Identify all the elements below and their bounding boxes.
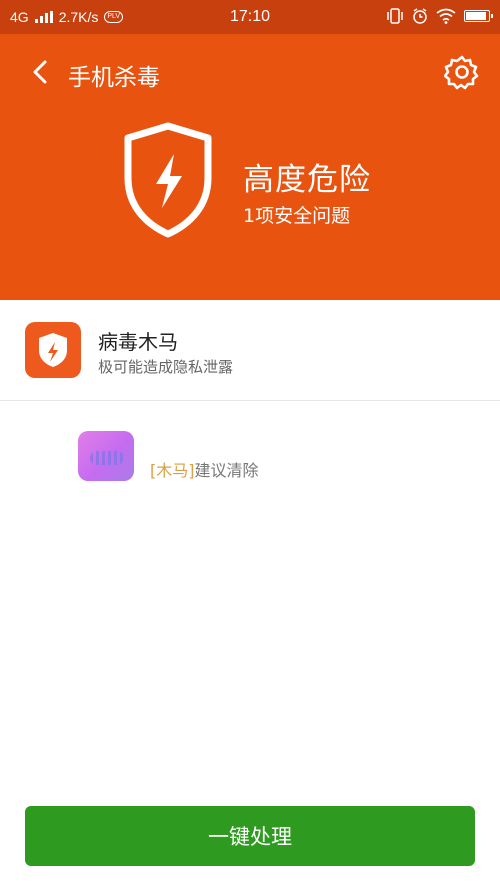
vibrate-icon (387, 8, 403, 24)
risk-item-virus[interactable]: 病毒木马 极可能造成隐私泄露 (0, 300, 500, 401)
back-button[interactable] (26, 56, 54, 88)
scan-header: 手机杀毒 高度危险 1项安全问题 (0, 34, 500, 300)
alarm-icon (413, 8, 427, 24)
one-click-fix-button[interactable]: 一键处理 (25, 806, 475, 866)
risk-item-name: 病毒木马 (98, 330, 178, 354)
status-right (386, 8, 493, 24)
page-title: 手机杀毒 (68, 65, 160, 91)
battery-icon (464, 10, 493, 22)
gear-icon (443, 55, 479, 90)
app-icon (78, 431, 134, 481)
danger-level-title: 高度危险 (243, 162, 371, 198)
settings-button[interactable] (443, 54, 480, 90)
shield-lightning-icon (124, 122, 212, 238)
battery-level (466, 12, 487, 20)
trojan-badge: [木马] (150, 461, 195, 480)
risk-app-desc: [木马]建议清除 (150, 457, 259, 481)
issue-count: 1项安全问题 (243, 205, 351, 227)
risk-item-desc: 极可能造成隐私泄露 (98, 358, 234, 376)
chevron-left-icon (33, 60, 47, 84)
virus-category-icon (25, 322, 81, 378)
status-bar: 4G 2.7K/s PLV 17:10 (0, 0, 500, 34)
wifi-icon (436, 8, 456, 24)
risk-app-row[interactable]: [木马]建议清除 (0, 401, 500, 501)
